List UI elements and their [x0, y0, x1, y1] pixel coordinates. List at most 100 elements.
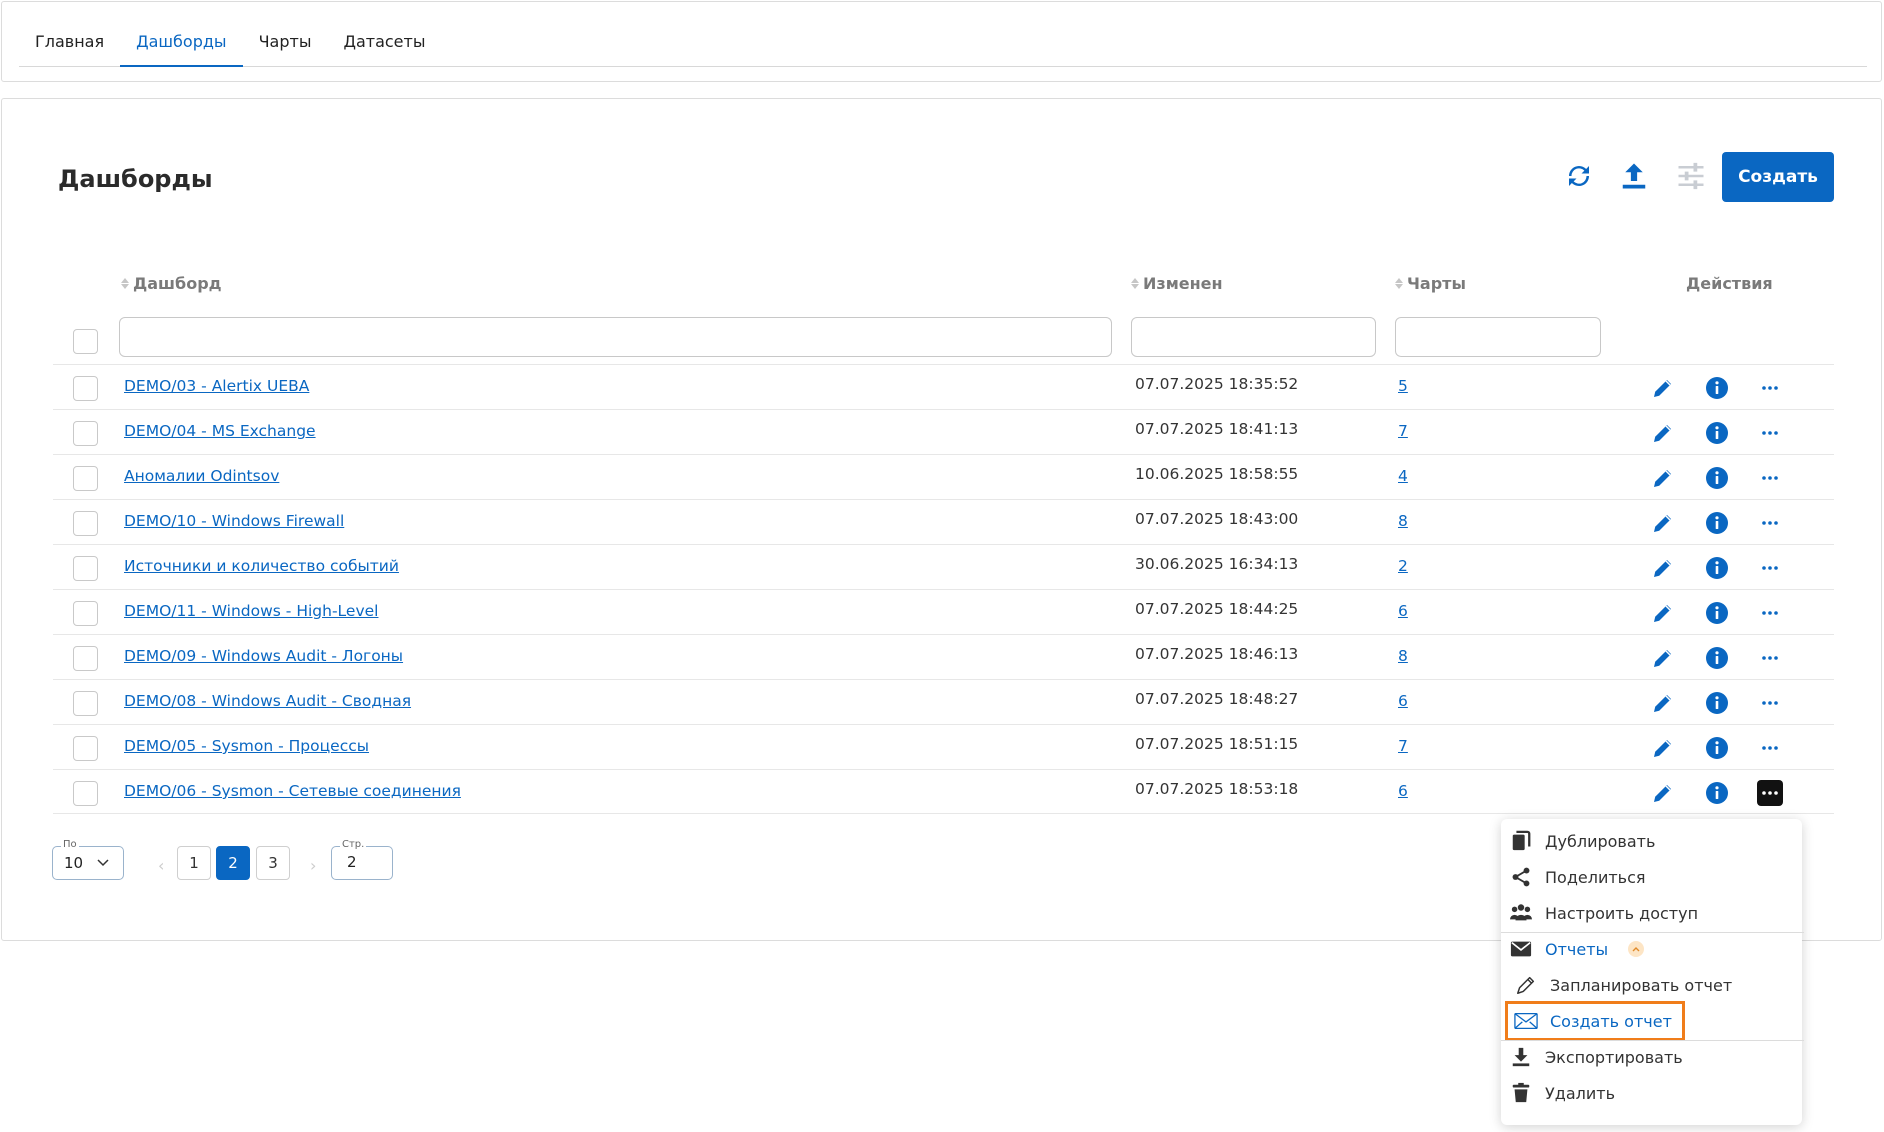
info-icon[interactable] — [1704, 465, 1730, 491]
users-icon — [1509, 901, 1533, 925]
info-icon[interactable] — [1704, 645, 1730, 671]
charts-count-link[interactable]: 8 — [1398, 647, 1408, 665]
info-icon[interactable] — [1704, 510, 1730, 536]
dashboard-link[interactable]: DEMO/08 - Windows Audit - Сводная — [124, 692, 411, 710]
page-number-input[interactable]: Стр. 2 — [331, 839, 393, 880]
tab-dashboards[interactable]: Дашборды — [120, 22, 244, 67]
page-size-select[interactable]: По 10 — [52, 839, 124, 880]
row-checkbox[interactable] — [73, 511, 98, 536]
info-icon[interactable] — [1704, 420, 1730, 446]
dashboard-link[interactable]: DEMO/04 - MS Exchange — [124, 422, 316, 440]
row-checkbox[interactable] — [73, 376, 98, 401]
menu-item-delete[interactable]: Удалить — [1509, 1078, 1615, 1108]
info-icon[interactable] — [1704, 735, 1730, 761]
menu-item-reports[interactable]: Отчеты — [1509, 934, 1645, 964]
ellipsis-icon[interactable] — [1757, 375, 1783, 401]
pencil-icon[interactable] — [1650, 420, 1676, 446]
pencil-icon[interactable] — [1650, 555, 1676, 581]
pencil-icon[interactable] — [1650, 465, 1676, 491]
info-icon[interactable] — [1704, 780, 1730, 806]
info-icon[interactable] — [1704, 375, 1730, 401]
pencil-outline-icon — [1514, 973, 1538, 997]
ellipsis-icon[interactable] — [1757, 780, 1783, 806]
dashboard-link[interactable]: DEMO/03 - Alertix UEBA — [124, 377, 309, 395]
filter-modified-input[interactable] — [1131, 317, 1376, 357]
context-menu: Дублировать Поделиться Настроить доступ … — [1501, 819, 1804, 1125]
charts-count-link[interactable]: 8 — [1398, 512, 1408, 530]
filter-name-input[interactable] — [119, 317, 1112, 357]
modified-date: 07.07.2025 18:35:52 — [1135, 375, 1299, 393]
info-icon[interactable] — [1704, 555, 1730, 581]
row-checkbox[interactable] — [73, 691, 98, 716]
trash-icon — [1509, 1081, 1533, 1105]
menu-item-create-report[interactable]: Создать отчет — [1505, 1001, 1685, 1041]
filter-charts-input[interactable] — [1395, 317, 1601, 357]
ellipsis-icon[interactable] — [1757, 465, 1783, 491]
info-icon[interactable] — [1704, 690, 1730, 716]
menu-item-export[interactable]: Экспортировать — [1509, 1042, 1683, 1072]
info-icon[interactable] — [1704, 600, 1730, 626]
next-page-button[interactable]: › — [310, 856, 316, 875]
menu-item-access[interactable]: Настроить доступ — [1509, 898, 1698, 928]
pencil-icon[interactable] — [1650, 735, 1676, 761]
tab-home[interactable]: Главная — [19, 22, 120, 66]
chevron-up-icon[interactable] — [1628, 941, 1645, 957]
charts-count-link[interactable]: 6 — [1398, 602, 1408, 620]
prev-page-button[interactable]: ‹ — [158, 856, 164, 875]
ellipsis-icon[interactable] — [1757, 690, 1783, 716]
pencil-icon[interactable] — [1650, 510, 1676, 536]
column-header-charts[interactable]: Чарты — [1395, 274, 1466, 293]
row-checkbox[interactable] — [73, 556, 98, 581]
menu-item-share[interactable]: Поделиться — [1509, 862, 1646, 892]
ellipsis-icon[interactable] — [1757, 600, 1783, 626]
modified-date: 07.07.2025 18:43:00 — [1135, 510, 1299, 528]
tab-charts[interactable]: Чарты — [243, 22, 328, 66]
page-button-2[interactable]: 2 — [216, 846, 250, 880]
table-row: Аномалии Odintsov 10.06.2025 18:58:55 4 — [53, 454, 1834, 499]
pencil-icon[interactable] — [1650, 690, 1676, 716]
create-button[interactable]: Создать — [1722, 152, 1834, 202]
ellipsis-icon[interactable] — [1757, 420, 1783, 446]
ellipsis-icon[interactable] — [1757, 645, 1783, 671]
dashboard-link[interactable]: DEMO/09 - Windows Audit - Логоны — [124, 647, 403, 665]
charts-count-link[interactable]: 2 — [1398, 557, 1408, 575]
refresh-icon[interactable] — [1562, 159, 1596, 193]
menu-item-schedule-report[interactable]: Запланировать отчет — [1514, 970, 1732, 1000]
ellipsis-icon[interactable] — [1757, 510, 1783, 536]
dashboard-link[interactable]: DEMO/05 - Sysmon - Процессы — [124, 737, 369, 755]
pencil-icon[interactable] — [1650, 645, 1676, 671]
upload-icon[interactable] — [1617, 159, 1651, 193]
page-button-1[interactable]: 1 — [177, 846, 211, 880]
row-checkbox[interactable] — [73, 601, 98, 626]
charts-count-link[interactable]: 6 — [1398, 782, 1408, 800]
menu-item-duplicate[interactable]: Дублировать — [1509, 826, 1655, 856]
pencil-icon[interactable] — [1650, 780, 1676, 806]
table-row: DEMO/05 - Sysmon - Процессы 07.07.2025 18… — [53, 724, 1834, 769]
dashboard-link[interactable]: DEMO/10 - Windows Firewall — [124, 512, 344, 530]
row-checkbox[interactable] — [73, 466, 98, 491]
modified-date: 07.07.2025 18:51:15 — [1135, 735, 1299, 753]
menu-divider — [1501, 932, 1804, 933]
row-checkbox[interactable] — [73, 736, 98, 761]
row-checkbox[interactable] — [73, 646, 98, 671]
select-all-checkbox[interactable] — [73, 329, 98, 354]
row-checkbox[interactable] — [73, 421, 98, 446]
charts-count-link[interactable]: 4 — [1398, 467, 1408, 485]
ellipsis-icon[interactable] — [1757, 735, 1783, 761]
charts-count-link[interactable]: 5 — [1398, 377, 1408, 395]
pencil-icon[interactable] — [1650, 375, 1676, 401]
dashboard-link[interactable]: DEMO/06 - Sysmon - Сетевые соединения — [124, 782, 461, 800]
charts-count-link[interactable]: 7 — [1398, 422, 1408, 440]
charts-count-link[interactable]: 6 — [1398, 692, 1408, 710]
dashboard-link[interactable]: Источники и количество событий — [124, 557, 399, 575]
dashboard-link[interactable]: DEMO/11 - Windows - High-Level — [124, 602, 378, 620]
row-checkbox[interactable] — [73, 781, 98, 806]
dashboard-link[interactable]: Аномалии Odintsov — [124, 467, 279, 485]
ellipsis-icon[interactable] — [1757, 555, 1783, 581]
tab-datasets[interactable]: Датасеты — [327, 22, 441, 66]
charts-count-link[interactable]: 7 — [1398, 737, 1408, 755]
page-button-3[interactable]: 3 — [256, 846, 290, 880]
column-header-name[interactable]: Дашборд — [121, 274, 222, 293]
column-header-modified[interactable]: Изменен — [1131, 274, 1223, 293]
pencil-icon[interactable] — [1650, 600, 1676, 626]
